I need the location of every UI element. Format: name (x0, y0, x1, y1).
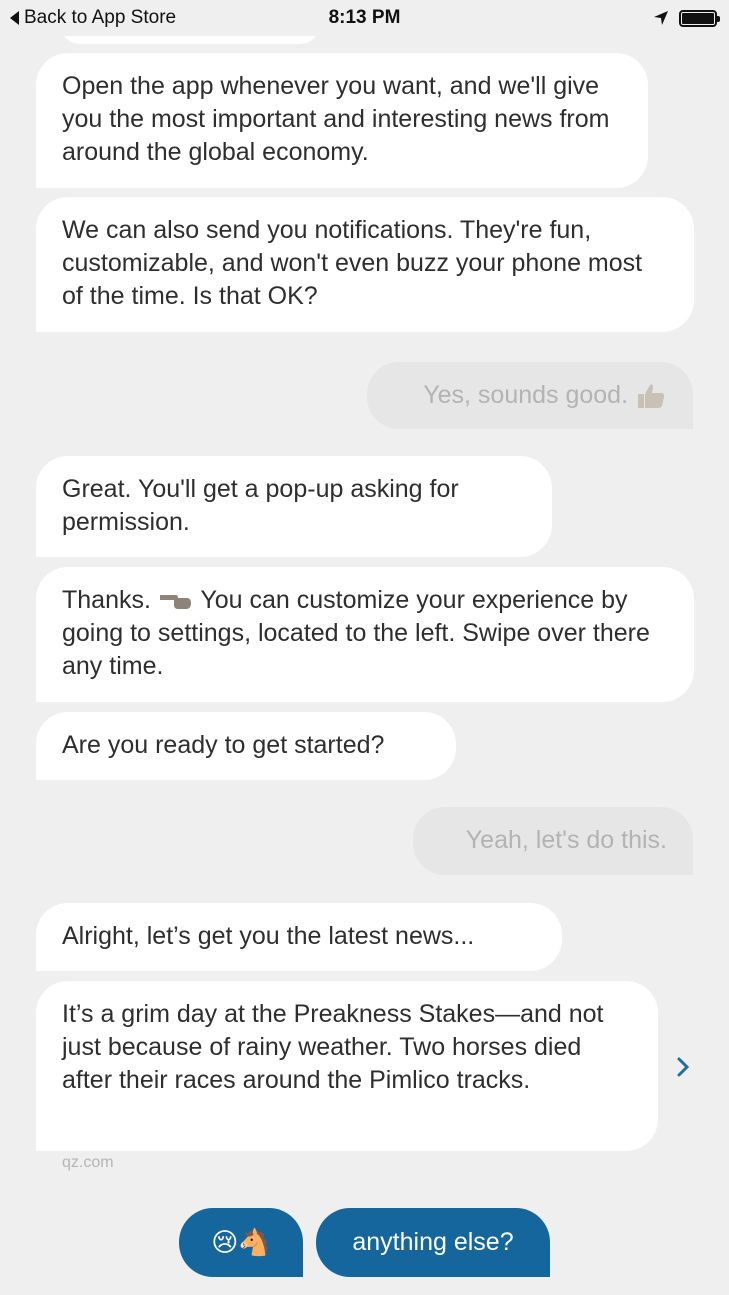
message-text: Alright, let’s get you the latest news..… (62, 922, 475, 950)
back-caret-icon (10, 11, 19, 25)
back-to-app-store-link[interactable]: Back to App Store (10, 7, 176, 29)
pointing-hand-icon (159, 595, 191, 610)
message-text-before: Thanks. (62, 586, 151, 614)
bot-message-bubble: Alright, let’s get you the latest news..… (36, 903, 562, 971)
anything-else-label: anything else? (352, 1228, 514, 1256)
message-text: Yeah, let's do this. (465, 826, 667, 854)
battery-icon (679, 9, 720, 27)
chevron-right-icon[interactable] (676, 1057, 690, 1077)
bot-message-bubble: Great. You'll get a pop-up asking for pe… (36, 456, 552, 557)
message-text: Open the app whenever you want, and we'l… (62, 72, 610, 166)
user-message-bubble: Yes, sounds good. (367, 362, 693, 429)
thumbs-up-icon (638, 384, 665, 409)
bot-message-bubble: We can also send you notifications. They… (36, 197, 694, 332)
emoji-reply-button[interactable]: 😢🐴 (179, 1208, 303, 1277)
message-text: We can also send you notifications. They… (62, 216, 643, 310)
bot-message-bubble: Thanks. You can customize your experienc… (36, 567, 694, 702)
anything-else-button[interactable]: anything else? (316, 1208, 550, 1277)
message-text-after: You can customize your experience by goi… (62, 586, 650, 680)
news-source[interactable]: qz.com (62, 1154, 114, 1172)
back-label: Back to App Store (24, 7, 177, 28)
status-time: 8:13 PM (328, 7, 401, 28)
status-bar: Back to App Store 8:13 PM (0, 0, 729, 36)
message-text: Yes, sounds good. (423, 381, 629, 409)
message-text: Are you ready to get started? (62, 731, 385, 759)
bot-message-bubble: Are you ready to get started? (36, 712, 456, 780)
bot-message-bubble: Open the app whenever you want, and we'l… (36, 53, 648, 188)
emoji-reply-label: 😢🐴 (211, 1227, 271, 1257)
message-text: Great. You'll get a pop-up asking for pe… (62, 475, 459, 536)
location-arrow-icon (654, 11, 668, 25)
news-message-bubble[interactable]: It’s a grim day at the Preakness Stakes—… (36, 981, 658, 1151)
user-message-bubble: Yeah, let's do this. (413, 807, 693, 875)
news-text: It’s a grim day at the Preakness Stakes—… (62, 1000, 604, 1094)
